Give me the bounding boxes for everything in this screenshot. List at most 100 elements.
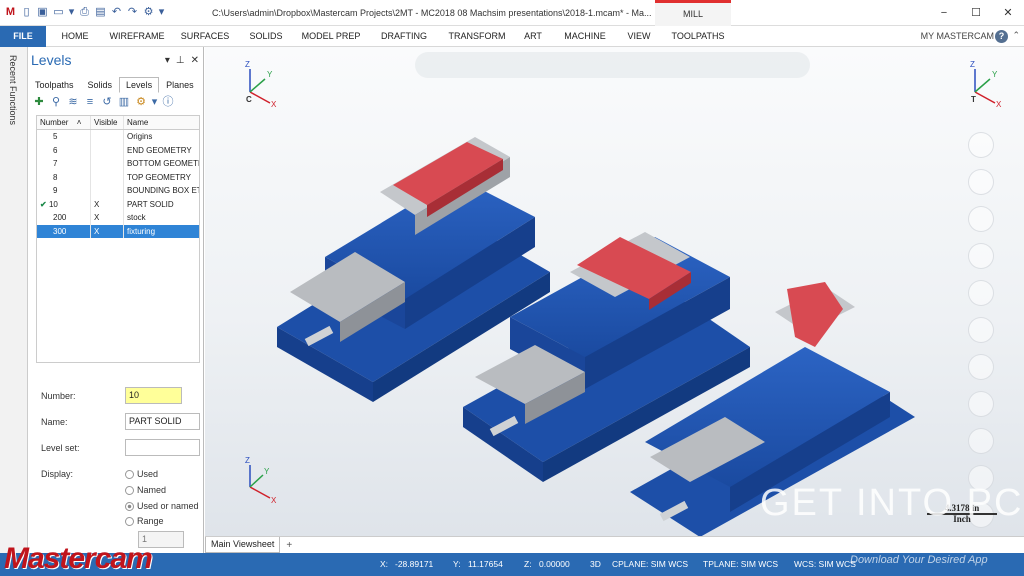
tab-levels[interactable]: Levels: [119, 77, 160, 93]
tab-drafting[interactable]: DRAFTING: [370, 26, 438, 47]
wcs-status[interactable]: WCS: SIM WCS: [794, 559, 856, 569]
redo-icon[interactable]: ↷: [126, 6, 139, 19]
level-visible-cell[interactable]: X: [91, 211, 124, 225]
view-tool-icon[interactable]: [968, 206, 994, 232]
level-number: 6: [53, 145, 58, 155]
close-button[interactable]: ✕: [992, 0, 1024, 26]
panel-controls: ▾ ⊥ ✕: [165, 55, 199, 66]
column-visible[interactable]: Visible: [91, 116, 124, 129]
clipboard-icon[interactable]: ▥: [117, 95, 131, 109]
my-mastercam-link[interactable]: MY MASTERCAM: [921, 26, 994, 47]
help-icon[interactable]: ?: [995, 30, 1008, 43]
tab-wireframe[interactable]: WIREFRAME: [104, 26, 170, 47]
app-logo-icon[interactable]: M: [4, 6, 17, 19]
open-folder-icon[interactable]: ▭: [52, 6, 65, 19]
radio-named[interactable]: Named: [125, 485, 166, 495]
pin-icon[interactable]: ⊥: [176, 55, 185, 66]
column-number[interactable]: Number ˄: [37, 116, 91, 129]
table-row[interactable]: 8 TOP GEOMETRY: [37, 170, 199, 184]
layers-icon[interactable]: ≋: [66, 95, 80, 109]
number-field[interactable]: 10: [125, 387, 182, 404]
settings-icon[interactable]: ⚙: [142, 6, 155, 19]
view-tool-icon[interactable]: [968, 428, 994, 454]
level-name-cell: PART SOLID: [127, 199, 174, 209]
level-set-field[interactable]: [125, 439, 200, 456]
radio-range[interactable]: Range: [125, 516, 164, 526]
view-tool-icon[interactable]: [968, 280, 994, 306]
add-viewsheet-button[interactable]: +: [280, 540, 298, 551]
level-visible-cell[interactable]: [91, 184, 124, 198]
tab-model-prep[interactable]: MODEL PREP: [292, 26, 370, 47]
help-icon[interactable]: ⓘ: [161, 95, 175, 109]
table-row[interactable]: ✔ 10 X PART SOLID: [37, 197, 199, 211]
reset-icon[interactable]: ↺: [100, 95, 114, 109]
name-label: Name:: [41, 417, 68, 427]
column-name[interactable]: Name: [124, 116, 199, 129]
recent-functions-tab[interactable]: Recent Functions: [8, 55, 18, 125]
tab-toolpaths[interactable]: TOOLPATHS: [658, 26, 738, 47]
tab-solids[interactable]: SOLIDS: [240, 26, 292, 47]
table-row[interactable]: 7 BOTTOM GEOMETR: [37, 157, 199, 171]
maximize-button[interactable]: ☐: [960, 0, 992, 26]
table-row[interactable]: 300 Xfixturing: [37, 224, 199, 238]
chevron-down-icon[interactable]: ▾: [68, 6, 75, 19]
view-toolbar[interactable]: [415, 52, 810, 78]
tab-solids[interactable]: Solids: [81, 77, 120, 93]
level-visible-cell[interactable]: [91, 157, 124, 171]
table-row[interactable]: 9 BOUNDING BOX ET: [37, 184, 199, 198]
level-visible-cell[interactable]: X: [91, 197, 124, 211]
name-field[interactable]: PART SOLID: [125, 413, 200, 430]
view-tool-icon[interactable]: [968, 317, 994, 343]
chevron-down-icon[interactable]: ▾: [151, 95, 158, 109]
mode-toggle[interactable]: 3D: [590, 559, 601, 569]
tab-machine[interactable]: MACHINE: [550, 26, 620, 47]
chevron-up-icon[interactable]: ⌃: [1012, 30, 1020, 41]
z-value[interactable]: 0.00000: [539, 559, 570, 569]
level-number-cell: 8: [37, 170, 91, 184]
view-tool-icon[interactable]: [968, 243, 994, 269]
level-visible-cell[interactable]: [91, 130, 124, 144]
view-tool-icon[interactable]: [968, 169, 994, 195]
view-tool-icon[interactable]: [968, 354, 994, 380]
level-visible-cell[interactable]: [91, 143, 124, 157]
undo-icon[interactable]: ↶: [110, 6, 123, 19]
graphics-viewport[interactable]: Z Y X C Z Y X T Z Y X: [205, 47, 1024, 536]
tplane-status[interactable]: TPLANE: SIM WCS: [703, 559, 778, 569]
level-visible-cell[interactable]: [91, 170, 124, 184]
view-tool-icon[interactable]: [968, 391, 994, 417]
context-tab-mill[interactable]: MILL: [655, 0, 731, 26]
table-row[interactable]: 200 Xstock: [37, 211, 199, 225]
minimize-button[interactable]: −: [928, 0, 960, 26]
panel-menu-icon[interactable]: ▾: [165, 55, 170, 66]
customize-icon[interactable]: ▾: [158, 6, 165, 19]
radio-used-or-named[interactable]: Used or named: [125, 501, 199, 511]
tab-toolpaths[interactable]: Toolpaths: [28, 77, 81, 93]
add-level-icon[interactable]: ✚: [32, 95, 46, 109]
find-icon[interactable]: ⚲: [49, 95, 63, 109]
radio-used[interactable]: Used: [125, 469, 158, 479]
tab-art[interactable]: ART: [516, 26, 550, 47]
close-icon[interactable]: ✕: [191, 55, 199, 66]
tab-view[interactable]: VIEW: [620, 26, 658, 47]
save-icon[interactable]: ▣: [36, 6, 49, 19]
gear-icon[interactable]: ⚙: [134, 95, 148, 109]
print-icon[interactable]: ⎙: [78, 6, 91, 19]
tab-surfaces[interactable]: SURFACES: [170, 26, 240, 47]
tab-transform[interactable]: TRANSFORM: [438, 26, 516, 47]
view-tool-icon[interactable]: [968, 132, 994, 158]
table-row[interactable]: 5 Origins: [37, 130, 199, 144]
window-controls: − ☐ ✕: [928, 0, 1024, 26]
model-canvas[interactable]: Z Y X C Z Y X T Z Y X: [205, 47, 1024, 536]
tab-main-viewsheet[interactable]: Main Viewsheet: [205, 537, 281, 553]
table-row[interactable]: 6 END GEOMETRY: [37, 143, 199, 157]
tab-file[interactable]: FILE: [0, 25, 46, 47]
sort-up-icon: ˄: [76, 118, 82, 127]
layers-stack-icon[interactable]: ≡: [83, 95, 97, 109]
level-visible-cell[interactable]: X: [91, 224, 124, 238]
tab-home[interactable]: HOME: [46, 26, 104, 47]
print-preview-icon[interactable]: ▤: [94, 6, 107, 19]
cplane-status[interactable]: CPLANE: SIM WCS: [612, 559, 688, 569]
new-file-icon[interactable]: ▯: [20, 6, 33, 19]
tab-planes[interactable]: Planes: [159, 77, 201, 93]
svg-text:Z: Z: [970, 60, 975, 69]
